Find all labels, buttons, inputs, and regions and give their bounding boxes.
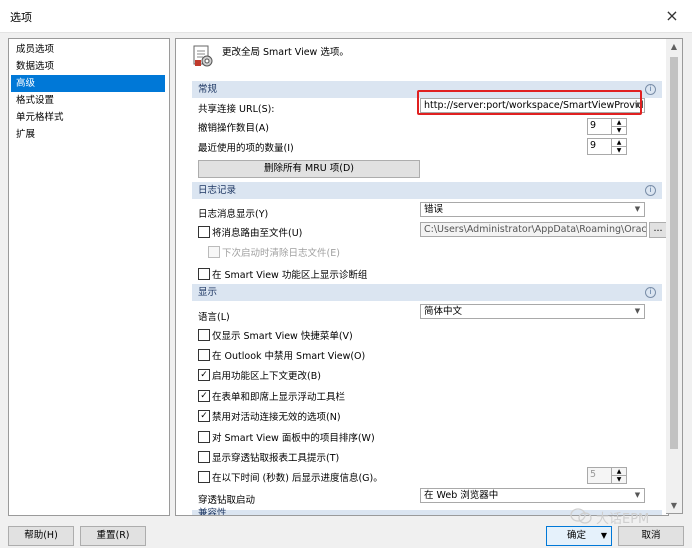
info-icon[interactable]: i xyxy=(645,185,656,196)
shortcut-menu-label: 仅显示 Smart View 快捷菜单(V) xyxy=(212,331,353,342)
progress-info-checkbox[interactable] xyxy=(198,471,210,483)
route-to-file-label: 将消息路由至文件(U) xyxy=(212,228,303,239)
section-title-common: 常规 xyxy=(198,84,218,95)
undo-count-label: 撤销操作数目(A) xyxy=(198,123,269,134)
mru-count-label: 最近使用的项的数量(I) xyxy=(198,143,294,154)
undo-count-stepper[interactable]: 9 ▲ ▼ xyxy=(587,118,627,135)
left-nav: 成员选项 数据选项 高级 格式设置 单元格样式 扩展 xyxy=(8,38,170,516)
drill-tooltip-label: 显示穿透钻取报表工具提示(T) xyxy=(212,453,340,464)
diagnostics-checkbox[interactable] xyxy=(198,268,210,280)
spin-down-icon[interactable]: ▼ xyxy=(612,127,626,134)
info-icon[interactable]: i xyxy=(645,84,656,95)
vertical-scrollbar[interactable]: ▲ ▼ xyxy=(666,38,683,514)
nav-item-data-options[interactable]: 数据选项 xyxy=(11,58,165,75)
scroll-up-icon[interactable]: ▲ xyxy=(669,42,679,51)
section-title-compat: 兼容性 xyxy=(198,508,227,516)
nav-item-extensions[interactable]: 扩展 xyxy=(11,126,165,143)
disable-invalid-checkbox[interactable]: ✓ xyxy=(198,410,210,422)
clear-log-checkbox[interactable] xyxy=(208,246,220,258)
delete-mru-button[interactable]: 删除所有 MRU 项(D) xyxy=(198,160,420,178)
window-title: 选项 xyxy=(10,11,32,24)
reset-button[interactable]: 重置(R) xyxy=(80,526,146,546)
section-header-logging: 日志记录 i xyxy=(192,182,662,199)
help-button[interactable]: 帮助(H) xyxy=(8,526,74,546)
disable-invalid-label: 禁用对活动连接无效的选项(N) xyxy=(212,412,341,423)
clear-log-label: 下次启动时清除日志文件(E) xyxy=(222,248,340,259)
drill-tooltip-checkbox[interactable] xyxy=(198,451,210,463)
mru-count-stepper[interactable]: 9 ▲ ▼ xyxy=(587,138,627,155)
close-button[interactable]: × xyxy=(660,5,684,27)
scroll-down-icon[interactable]: ▼ xyxy=(669,501,679,510)
mru-count-value: 9 xyxy=(590,140,597,151)
language-value: 简体中文 xyxy=(424,306,463,317)
chevron-down-icon[interactable]: ▼ xyxy=(631,489,644,502)
floating-toolbar-checkbox[interactable]: ✓ xyxy=(198,390,210,402)
log-path-value: C:\Users\Administrator\AppData\Roaming\O… xyxy=(424,224,647,235)
progress-seconds-value: 5 xyxy=(590,469,597,480)
shortcut-menu-checkbox[interactable] xyxy=(198,329,210,341)
chevron-down-icon[interactable]: ▼ xyxy=(631,305,644,318)
section-header-display: 显示 i xyxy=(192,284,662,301)
language-dropdown[interactable]: 简体中文 ▼ xyxy=(420,304,645,319)
nav-item-cell-styles[interactable]: 单元格样式 xyxy=(11,109,165,126)
cancel-button[interactable]: 取消 xyxy=(618,526,684,546)
outlook-disable-checkbox[interactable] xyxy=(198,349,210,361)
route-to-file-checkbox[interactable] xyxy=(198,226,210,238)
browse-button[interactable]: ... xyxy=(649,222,667,238)
log-path-field[interactable]: C:\Users\Administrator\AppData\Roaming\O… xyxy=(420,222,647,237)
panel-description: 更改全局 Smart View 选项。 xyxy=(222,47,349,58)
spin-up-icon[interactable]: ▲ xyxy=(612,468,626,476)
nav-item-formatting[interactable]: 格式设置 xyxy=(11,92,165,109)
spin-up-icon[interactable]: ▲ xyxy=(612,119,626,127)
nav-item-member-options[interactable]: 成员选项 xyxy=(11,41,165,58)
info-icon[interactable]: i xyxy=(645,287,656,298)
title-bar: 选项 × xyxy=(0,0,692,33)
progress-seconds-stepper[interactable]: 5 ▲ ▼ xyxy=(587,467,627,484)
wechat-icon xyxy=(570,508,592,524)
ok-label: 确定 xyxy=(567,530,587,541)
shared-url-label: 共享连接 URL(S): xyxy=(198,104,275,115)
spin-down-icon[interactable]: ▼ xyxy=(612,476,626,483)
watermark-text: 大话EPM xyxy=(596,512,650,527)
ribbon-context-label: 启用功能区上下文更改(B) xyxy=(212,371,321,382)
nav-item-advanced[interactable]: 高级 xyxy=(11,75,165,92)
drill-launch-value: 在 Web 浏览器中 xyxy=(424,490,499,501)
scroll-thumb[interactable] xyxy=(670,57,678,449)
spin-down-icon[interactable]: ▼ xyxy=(612,147,626,154)
language-label: 语言(L) xyxy=(198,312,230,323)
caret-down-icon[interactable]: ▼ xyxy=(601,527,607,545)
settings-document-icon xyxy=(192,44,214,68)
section-title-logging: 日志记录 xyxy=(198,185,237,196)
floating-toolbar-label: 在表单和即席上显示浮动工具栏 xyxy=(212,392,346,403)
diagnostics-label: 在 Smart View 功能区上显示诊断组 xyxy=(212,270,368,281)
drill-launch-dropdown[interactable]: 在 Web 浏览器中 ▼ xyxy=(420,488,645,503)
log-display-label: 日志消息显示(Y) xyxy=(198,209,269,220)
url-highlight-annotation xyxy=(417,90,642,115)
log-display-value: 错误 xyxy=(424,204,444,215)
spin-up-icon[interactable]: ▲ xyxy=(612,139,626,147)
undo-count-value: 9 xyxy=(590,120,597,131)
chevron-down-icon[interactable]: ▼ xyxy=(631,203,644,216)
progress-info-label: 在以下时间 (秒数) 后显示进度信息(G)。 xyxy=(212,473,383,484)
drill-launch-label: 穿透钻取启动 xyxy=(198,495,256,506)
section-title-display: 显示 xyxy=(198,287,218,298)
ribbon-context-checkbox[interactable]: ✓ xyxy=(198,369,210,381)
sort-items-label: 对 Smart View 面板中的项目排序(W) xyxy=(212,433,375,444)
log-display-dropdown[interactable]: 错误 ▼ xyxy=(420,202,645,217)
outlook-disable-label: 在 Outlook 中禁用 Smart View(O) xyxy=(212,351,366,362)
ok-button[interactable]: 确定 ▼ xyxy=(546,526,612,546)
sort-items-checkbox[interactable] xyxy=(198,431,210,443)
